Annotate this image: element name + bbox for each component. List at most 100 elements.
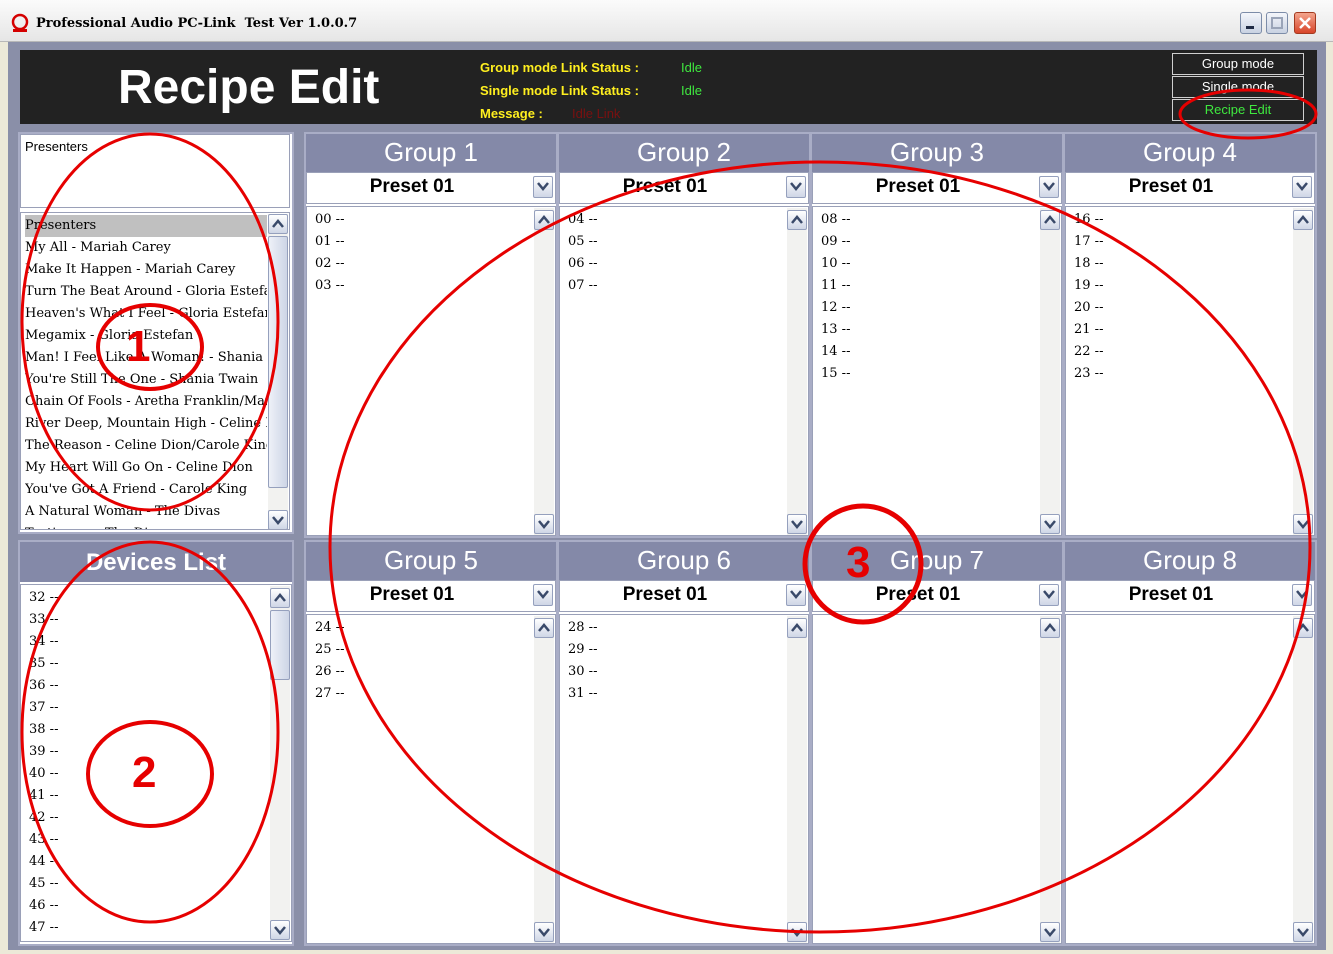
device-list-item[interactable]: 42 -- (29, 807, 58, 829)
group-3-preset-select[interactable]: Preset 01 (812, 172, 1062, 204)
group-5-preset-select[interactable]: Preset 01 (306, 580, 556, 612)
group-device-item[interactable]: 28 -- (568, 617, 597, 639)
group-4-preset-select[interactable]: Preset 01 (1065, 172, 1315, 204)
preset-dropdown-button[interactable] (786, 176, 806, 198)
preset-dropdown-button[interactable] (1292, 176, 1312, 198)
preset-dropdown-button[interactable] (786, 584, 806, 606)
scroll-up-button[interactable] (534, 210, 554, 230)
scroll-down-button[interactable] (1040, 514, 1060, 534)
group-device-item[interactable]: 06 -- (568, 253, 597, 275)
group-5-device-list[interactable]: 24 -- 25 -- 26 -- 27 -- (306, 614, 556, 944)
group-device-item[interactable]: 31 -- (568, 683, 597, 705)
group-device-item[interactable]: 24 -- (315, 617, 344, 639)
group-device-item[interactable]: 04 -- (568, 209, 597, 231)
preset-dropdown-button[interactable] (533, 176, 553, 198)
device-list-item[interactable]: 40 -- (29, 763, 58, 785)
group-device-item[interactable]: 11 -- (821, 275, 850, 297)
group-8-scrollbar[interactable] (1293, 616, 1313, 943)
song-list-item[interactable]: Chain Of Fools - Aretha Franklin/Mariah … (25, 391, 267, 413)
group-device-item[interactable]: 03 -- (315, 275, 344, 297)
group-device-item[interactable]: 16 -- (1074, 209, 1103, 231)
group-device-item[interactable]: 12 -- (821, 297, 850, 319)
single-mode-button[interactable]: Single mode (1172, 76, 1304, 98)
group-device-item[interactable]: 19 -- (1074, 275, 1103, 297)
scroll-down-button[interactable] (1293, 922, 1313, 942)
group-1-scrollbar[interactable] (534, 208, 554, 535)
device-list-item[interactable]: 34 -- (29, 631, 58, 653)
scroll-down-button[interactable] (268, 510, 288, 529)
group-3-device-list[interactable]: 08 -- 09 -- 10 -- 11 -- 12 -- 13 -- 14 -- 15 -- (812, 206, 1062, 536)
group-device-item[interactable]: 17 -- (1074, 231, 1103, 253)
device-list-item[interactable]: 35 -- (29, 653, 58, 675)
group-4-scrollbar[interactable] (1293, 208, 1313, 535)
device-list-item[interactable]: 37 -- (29, 697, 58, 719)
device-list-item[interactable]: 43 -- (29, 829, 58, 851)
scroll-up-button[interactable] (268, 214, 288, 234)
device-list-item[interactable]: 46 -- (29, 895, 58, 917)
group-device-item[interactable]: 23 -- (1074, 363, 1103, 385)
device-list-item[interactable]: 47 -- (29, 917, 58, 939)
group-device-item[interactable]: 09 -- (821, 231, 850, 253)
group-device-item[interactable]: 05 -- (568, 231, 597, 253)
device-list-item[interactable]: 44 -- (29, 851, 58, 873)
close-button[interactable] (1294, 12, 1316, 34)
presenters-field[interactable]: Presenters (20, 134, 290, 208)
song-list-item[interactable]: Testimony - The Divas (25, 523, 267, 529)
group-device-item[interactable]: 18 -- (1074, 253, 1103, 275)
group-device-item[interactable]: 15 -- (821, 363, 850, 385)
group-1-device-list[interactable]: 00 -- 01 -- 02 -- 03 -- (306, 206, 556, 536)
scroll-down-button[interactable] (1293, 514, 1313, 534)
devices-scrollbar[interactable] (270, 586, 290, 941)
devices-scroll-thumb[interactable] (270, 610, 290, 680)
song-list-item[interactable]: A Natural Woman - The Divas (25, 501, 267, 523)
scroll-up-button[interactable] (1040, 210, 1060, 230)
group-device-item[interactable]: 20 -- (1074, 297, 1103, 319)
scroll-down-button[interactable] (787, 922, 807, 942)
group-8-device-list[interactable] (1065, 614, 1315, 944)
scroll-up-button[interactable] (534, 618, 554, 638)
devices-scroll-up-button[interactable] (270, 588, 290, 608)
group-7-device-list[interactable] (812, 614, 1062, 944)
song-list-item[interactable]: You've Got A Friend - Carole King (25, 479, 267, 501)
scroll-down-button[interactable] (1040, 922, 1060, 942)
group-mode-button[interactable]: Group mode (1172, 53, 1304, 75)
preset-dropdown-button[interactable] (1039, 176, 1059, 198)
group-device-item[interactable]: 13 -- (821, 319, 850, 341)
group-8-preset-select[interactable]: Preset 01 (1065, 580, 1315, 612)
preset-dropdown-button[interactable] (1292, 584, 1312, 606)
group-device-item[interactable]: 30 -- (568, 661, 597, 683)
group-2-preset-select[interactable]: Preset 01 (559, 172, 809, 204)
minimize-button[interactable] (1240, 12, 1262, 34)
group-device-item[interactable]: 14 -- (821, 341, 850, 363)
scroll-up-button[interactable] (787, 618, 807, 638)
song-list-item[interactable]: Presenters (25, 215, 267, 237)
group-6-preset-select[interactable]: Preset 01 (559, 580, 809, 612)
device-list-item[interactable]: 33 -- (29, 609, 58, 631)
song-list-item[interactable]: My Heart Will Go On - Celine Dion (25, 457, 267, 479)
scroll-up-button[interactable] (1040, 618, 1060, 638)
device-list-item[interactable]: 45 -- (29, 873, 58, 895)
group-2-scrollbar[interactable] (787, 208, 807, 535)
song-list-item[interactable]: Turn The Beat Around - Gloria Estefan (25, 281, 267, 303)
group-4-device-list[interactable]: 16 -- 17 -- 18 -- 19 -- 20 -- 21 -- 22 -- 23 -- (1065, 206, 1315, 536)
song-list-item[interactable]: River Deep, Mountain High - Celine Dion (25, 413, 267, 435)
group-device-item[interactable]: 29 -- (568, 639, 597, 661)
scroll-down-button[interactable] (787, 514, 807, 534)
device-list-item[interactable]: 41 -- (29, 785, 58, 807)
group-device-item[interactable]: 07 -- (568, 275, 597, 297)
group-6-device-list[interactable]: 28 -- 29 -- 30 -- 31 -- (559, 614, 809, 944)
scroll-up-button[interactable] (1293, 210, 1313, 230)
device-list-item[interactable]: 39 -- (29, 741, 58, 763)
group-device-item[interactable]: 22 -- (1074, 341, 1103, 363)
group-device-item[interactable]: 26 -- (315, 661, 344, 683)
song-list-scrollbar[interactable] (268, 214, 288, 529)
group-device-item[interactable]: 10 -- (821, 253, 850, 275)
song-list-item[interactable]: You're Still The One - Shania Twain (25, 369, 267, 391)
song-list-item[interactable]: The Reason - Celine Dion/Carole King (25, 435, 267, 457)
song-list[interactable]: Presenters My All - Mariah Carey Make It H… (20, 212, 290, 530)
device-list-item[interactable]: 38 -- (29, 719, 58, 741)
scroll-thumb[interactable] (268, 236, 288, 488)
scroll-up-button[interactable] (787, 210, 807, 230)
scroll-down-button[interactable] (534, 922, 554, 942)
song-list-item[interactable]: Make It Happen - Mariah Carey (25, 259, 267, 281)
